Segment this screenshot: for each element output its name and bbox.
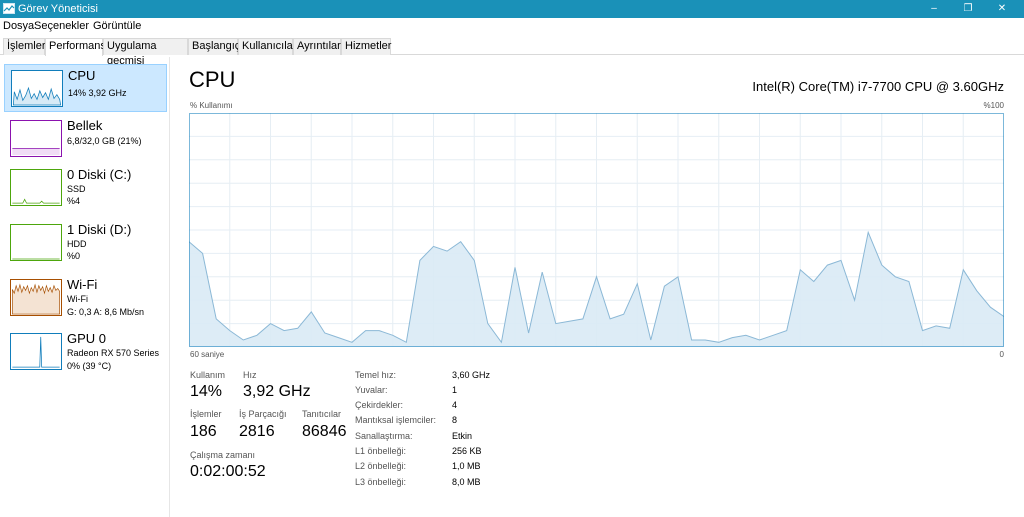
spec-label: L1 önbelleği: (355, 446, 407, 456)
graph-y-max-label: %100 (983, 101, 1004, 110)
usage-label: Kullanım (190, 370, 226, 380)
sidebar-item-gpu[interactable]: GPU 0 Radeon RX 570 Series 0% (39 °C) (4, 328, 167, 376)
sidebar-item-label: 0 Diski (C:) (67, 167, 132, 182)
tab-processes[interactable]: İşlemler (3, 38, 46, 55)
sidebar-item-detail: Radeon RX 570 Series (67, 348, 160, 358)
sidebar-item-label: 1 Diski (D:) (67, 222, 132, 237)
tab-details[interactable]: Ayrıntılar (293, 38, 341, 55)
spec-value: 1,0 MB (452, 461, 481, 471)
spec-value: 8 (452, 415, 458, 425)
tab-performance[interactable]: Performans (45, 38, 106, 56)
spec-label: Sanallaştırma: (355, 431, 413, 441)
graph-time-end-label: 0 (999, 350, 1004, 359)
sidebar-item-cpu[interactable]: CPU 14% 3,92 GHz (4, 64, 167, 112)
sidebar-item-label: Wi-Fi (67, 277, 98, 292)
processes-value: 186 (190, 423, 217, 440)
spec-label: L3 önbelleği: (355, 477, 407, 487)
threads-label: İş Parçacığı (239, 409, 287, 419)
memory-thumbnail-graph (10, 120, 62, 157)
sidebar-item-value: G: 0,3 A: 8,6 Mb/sn (67, 307, 145, 317)
window-title: Görev Yöneticisi (18, 3, 98, 15)
cpu-thumbnail-graph (11, 70, 63, 107)
tab-startup[interactable]: Başlangıç (188, 38, 240, 55)
uptime-value: 0:02:00:52 (190, 463, 266, 480)
minimize-button[interactable]: – (924, 2, 944, 16)
sidebar-item-detail: Wi-Fi (67, 294, 88, 304)
sidebar-item-disk-c[interactable]: 0 Diski (C:) SSD %4 (4, 164, 167, 212)
tab-bar: İşlemler Performans Uygulama geçmişi Baş… (0, 36, 1024, 67)
spec-label: Mantıksal işlemciler: (355, 415, 437, 425)
spec-value: Etkin (452, 431, 473, 441)
page-title: CPU (189, 67, 236, 92)
disk-c-thumbnail-graph (10, 169, 62, 206)
wifi-thumbnail-graph (10, 279, 62, 316)
spec-label: Yuvalar: (355, 385, 388, 395)
spec-value: 4 (452, 400, 458, 410)
disk-d-thumbnail-graph (10, 224, 62, 261)
tab-app-history[interactable]: Uygulama geçmişi (103, 38, 188, 67)
sidebar-item-disk-d[interactable]: 1 Diski (D:) HDD %0 (4, 219, 167, 267)
title-bar: Görev Yöneticisi – ❐ ✕ (0, 0, 1024, 18)
sidebar-item-memory[interactable]: Bellek 6,8/32,0 GB (21%) (4, 115, 167, 163)
spec-label: Çekirdekler: (355, 400, 404, 410)
threads-value: 2816 (239, 423, 275, 440)
task-manager-icon (3, 3, 15, 14)
uptime-label: Çalışma zamanı (190, 450, 256, 460)
sidebar-item-label: GPU 0 (67, 331, 107, 346)
usage-value: 14% (190, 383, 223, 400)
spec-label: L2 önbelleği: (355, 461, 407, 471)
speed-label: Hız (243, 370, 257, 380)
sidebar-item-detail: 14% 3,92 GHz (68, 88, 127, 98)
gpu-thumbnail-graph (10, 333, 62, 370)
handles-label: Tanıtıcılar (302, 409, 342, 419)
maximize-button[interactable]: ❐ (958, 2, 978, 16)
handles-value: 86846 (302, 423, 347, 440)
menu-options[interactable]: Seçenekler (34, 20, 89, 32)
spec-value: 1 (452, 385, 458, 395)
sidebar-item-value: %4 (67, 196, 81, 206)
cpu-usage-graph (189, 113, 1004, 347)
sidebar-item-detail: HDD (67, 239, 87, 249)
sidebar-item-detail: SSD (67, 184, 86, 194)
sidebar-item-value: 0% (39 °C) (67, 361, 112, 371)
spec-value: 256 KB (452, 446, 482, 456)
sidebar-item-wifi[interactable]: Wi-Fi Wi-Fi G: 0,3 A: 8,6 Mb/sn (4, 274, 167, 322)
tab-users[interactable]: Kullanıcılar (238, 38, 296, 55)
spec-value: 8,0 MB (452, 477, 481, 487)
cpu-model-name: Intel(R) Core(TM) i7-7700 CPU @ 3.60GHz (752, 79, 1004, 94)
cpu-detail-panel: CPU Intel(R) Core(TM) i7-7700 CPU @ 3.60… (171, 57, 1024, 517)
tab-services[interactable]: Hizmetler (341, 38, 391, 55)
spec-value: 3,60 GHz (452, 370, 491, 380)
graph-y-label: % Kullanımı (190, 101, 233, 110)
menu-bar: Dosya Seçenekler Görüntüle (0, 18, 1024, 35)
sidebar-item-detail: 6,8/32,0 GB (21%) (67, 136, 142, 146)
resource-sidebar: CPU 14% 3,92 GHz Bellek 6,8/32,0 GB (21%… (0, 57, 170, 517)
sidebar-item-value: %0 (67, 251, 81, 261)
sidebar-item-label: CPU (68, 68, 96, 83)
graph-time-label: 60 saniye (190, 350, 225, 359)
close-button[interactable]: ✕ (992, 2, 1012, 16)
menu-view[interactable]: Görüntüle (93, 20, 141, 32)
sidebar-item-label: Bellek (67, 118, 103, 133)
speed-value: 3,92 GHz (243, 383, 311, 400)
processes-label: İşlemler (190, 409, 222, 419)
menu-file[interactable]: Dosya (3, 20, 34, 32)
spec-label: Temel hız: (355, 370, 397, 380)
